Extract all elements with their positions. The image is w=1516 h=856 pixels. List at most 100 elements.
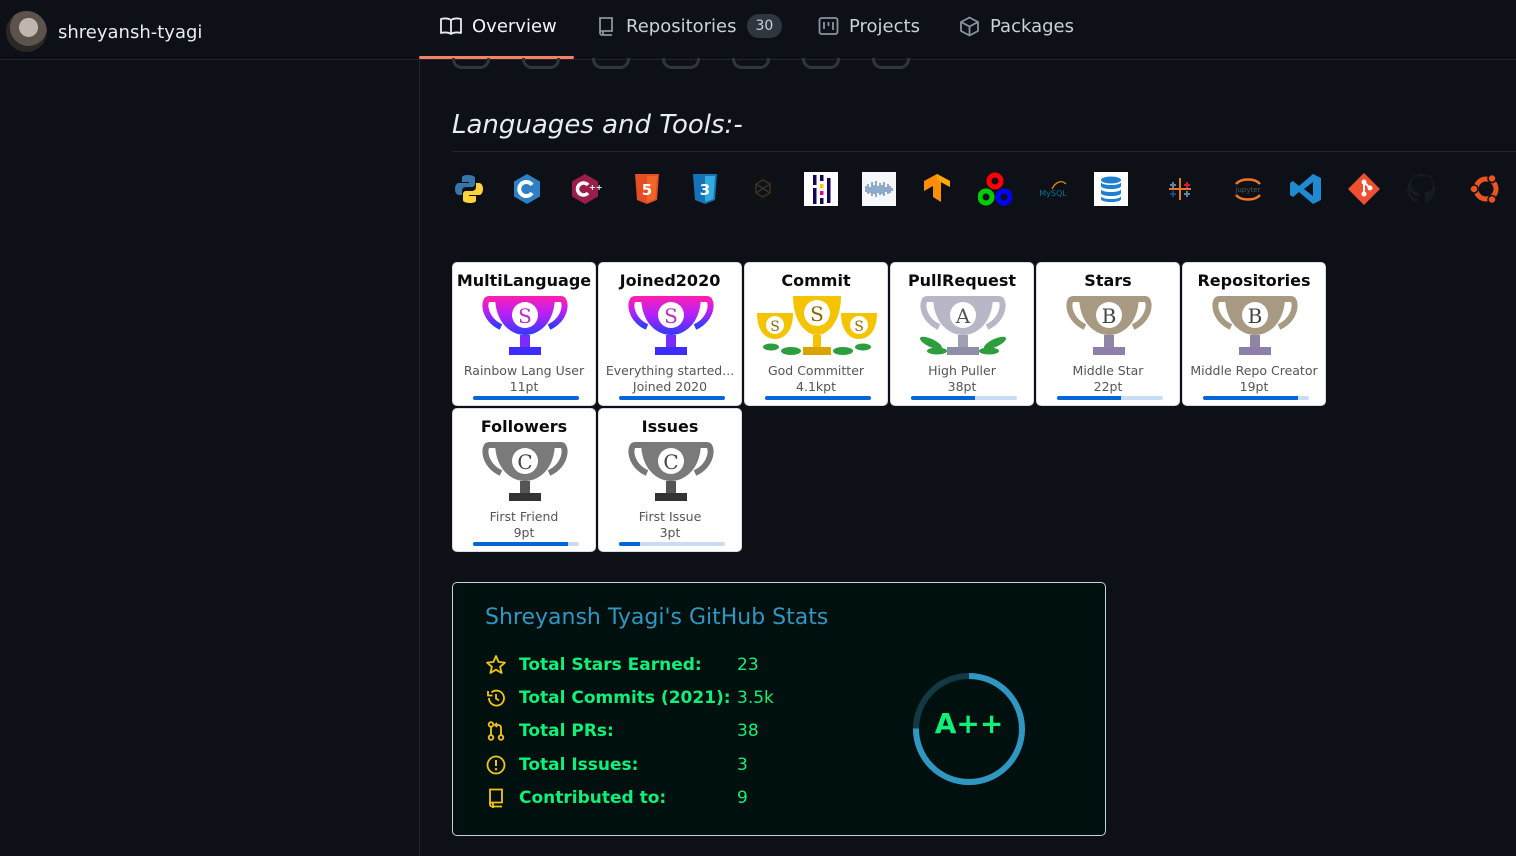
stat-value: 9 (737, 788, 748, 808)
trophy-card[interactable]: MultiLanguage S Rainbow Lang User 11pt (452, 262, 596, 406)
python-icon[interactable] (452, 172, 486, 206)
trophy-progress-fill (911, 396, 975, 400)
mysql-icon[interactable]: MySQL (1036, 172, 1070, 206)
trophy-points: 38pt (947, 379, 977, 394)
social-icon[interactable] (732, 58, 770, 69)
tab-overview-label: Overview (472, 15, 557, 37)
trophy-card[interactable]: Issues C First Issue 3pt (598, 408, 742, 552)
trophy-description: Rainbow Lang User (463, 363, 585, 378)
trophy-progress-fill (473, 542, 569, 546)
trophy-points: 3pt (659, 525, 681, 540)
username[interactable]: shreyansh-tyagi (58, 22, 202, 43)
seaborn-icon[interactable] (862, 172, 896, 206)
repo-icon (489, 788, 503, 808)
repo-icon (599, 17, 613, 36)
languages-heading: Languages and Tools:- (452, 110, 743, 140)
tab-projects[interactable]: Projects (818, 13, 920, 39)
trophy-title: Issues (641, 417, 699, 436)
opencv-icon[interactable] (978, 172, 1012, 206)
github-stats-card[interactable]: Shreyansh Tyagi's GitHub Stats Total Sta… (452, 582, 1106, 836)
trophy-description: Everything started... (605, 363, 735, 378)
trophy-card[interactable]: Commit S S S God Committer 4.1kpt (744, 262, 888, 406)
trophy-title: Commit (781, 271, 851, 290)
column-divider (419, 59, 420, 856)
csharp-icon[interactable]: ++ (568, 172, 602, 206)
stat-value: 23 (737, 655, 759, 675)
trophy-card[interactable]: Stars B Middle Star 22pt (1036, 262, 1180, 406)
social-icon[interactable] (802, 58, 840, 69)
trophy-progress-bar (765, 396, 871, 400)
package-icon (960, 16, 979, 36)
tab-packages[interactable]: Packages (959, 13, 1074, 39)
svg-text:C: C (663, 450, 678, 474)
heading-rule (452, 151, 1516, 152)
stat-label: Total Issues: (519, 755, 639, 775)
c-icon[interactable] (510, 172, 544, 206)
trophy-points: 22pt (1093, 379, 1123, 394)
profile-header: shreyansh-tyagi Overview Repositories 30… (0, 0, 1516, 60)
trophy-card[interactable]: Followers C First Friend 9pt (452, 408, 596, 552)
css3-icon[interactable]: 3 (688, 172, 722, 206)
history-icon (487, 689, 505, 707)
trophy-progress-fill (765, 396, 871, 400)
ubuntu-icon[interactable] (1469, 172, 1503, 206)
project-icon (818, 17, 839, 35)
trophy-gray-icon: C (628, 442, 714, 501)
trophy-progress-fill (619, 396, 725, 400)
trophy-silver-icon: A (919, 296, 1007, 355)
nextjs-icon[interactable] (746, 172, 780, 206)
trophy-title: MultiLanguage (456, 271, 592, 290)
tab-repositories[interactable]: Repositories 30 (596, 13, 783, 39)
svg-text:S: S (664, 304, 678, 328)
svg-text:5: 5 (642, 181, 652, 199)
trophy-progress-bar (619, 542, 725, 546)
tab-packages-label: Packages (990, 15, 1074, 37)
social-icon[interactable] (662, 58, 700, 69)
database-icon[interactable] (1094, 172, 1128, 206)
stat-row-commits: Total Commits (2021): 3.5k (485, 686, 774, 710)
avatar[interactable] (6, 11, 47, 52)
trophy-progress-bar (619, 396, 725, 400)
tableau-icon[interactable] (1163, 172, 1197, 206)
trophy-points: 19pt (1239, 379, 1269, 394)
pull-request-icon (487, 721, 505, 741)
stat-label: Total PRs: (519, 721, 614, 741)
html5-icon[interactable]: 5 (630, 172, 664, 206)
trophy-progress-fill (1057, 396, 1121, 400)
star-icon (486, 655, 506, 674)
trophy-gold-triple-icon: S S S (757, 296, 877, 355)
pandas-icon[interactable] (804, 172, 838, 206)
stat-row-contributed: Contributed to: 9 (485, 786, 748, 810)
tensorflow-icon[interactable] (920, 172, 954, 206)
jupyter-icon[interactable]: jupyter (1231, 172, 1265, 206)
issue-icon (486, 755, 506, 775)
trophy-progress-bar (1057, 396, 1163, 400)
trophy-points: 9pt (513, 525, 535, 540)
stat-row-stars: Total Stars Earned: 23 (485, 653, 759, 677)
rank-grade: A++ (934, 707, 1004, 740)
trophy-title: Stars (1084, 271, 1132, 290)
trophy-title: PullRequest (907, 271, 1017, 290)
svg-text:S: S (810, 302, 824, 326)
stat-label: Contributed to: (519, 788, 667, 808)
trophy-progress-bar (473, 542, 579, 546)
trophy-card[interactable]: Repositories B Middle Repo Creator 19pt (1182, 262, 1326, 406)
trophy-card[interactable]: PullRequest A High Puller 38pt (890, 262, 1034, 406)
tab-projects-label: Projects (849, 15, 920, 37)
trophy-progress-bar (473, 396, 579, 400)
git-icon[interactable] (1347, 172, 1381, 206)
social-icon[interactable] (592, 58, 630, 69)
github-icon[interactable] (1405, 172, 1439, 206)
tab-repositories-label: Repositories (626, 15, 737, 37)
vscode-icon[interactable] (1289, 172, 1323, 206)
trophy-progress-fill (473, 396, 579, 400)
svg-text:MySQL: MySQL (1039, 189, 1067, 198)
trophy-bronze-icon: B (1212, 296, 1298, 355)
trophy-points: 11pt (509, 379, 539, 394)
social-icon[interactable] (452, 58, 490, 69)
trophy-card[interactable]: Joined2020 S Everything started... Joine… (598, 262, 742, 406)
tab-overview[interactable]: Overview (440, 13, 557, 39)
social-icon[interactable] (872, 58, 910, 69)
social-icon[interactable] (522, 58, 560, 69)
trophy-description: Middle Repo Creator (1190, 363, 1318, 378)
